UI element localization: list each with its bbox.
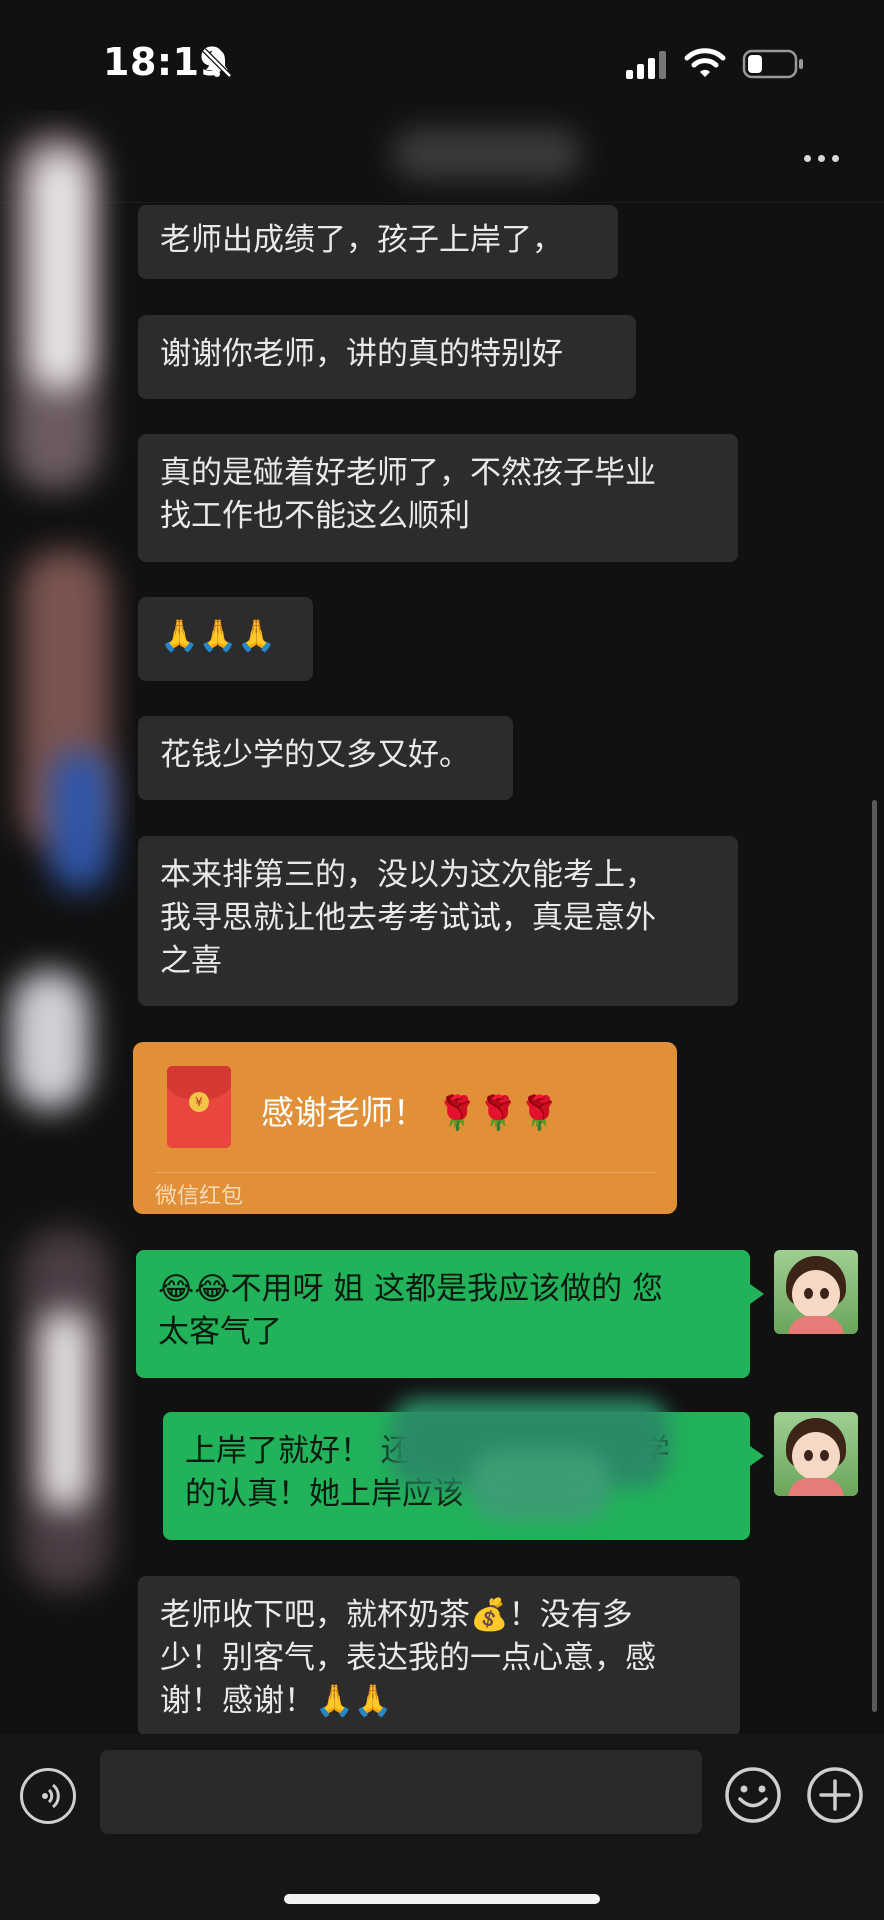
packet-seal: ¥ xyxy=(189,1092,209,1112)
redaction-scribble xyxy=(470,1450,610,1520)
voice-input-button[interactable] xyxy=(20,1768,76,1824)
scrollbar[interactable] xyxy=(872,800,877,1712)
my-avatar[interactable] xyxy=(774,1412,858,1496)
home-indicator[interactable] xyxy=(284,1894,600,1904)
emoji-icon[interactable] xyxy=(724,1766,782,1824)
message-bubble[interactable]: 花钱少学的又多又好。 xyxy=(138,716,513,800)
more-dots-icon[interactable] xyxy=(796,138,846,178)
red-packet-card[interactable]: ¥ 感谢老师！ 🌹🌹🌹 微信红包 xyxy=(133,1042,677,1214)
message-bubble[interactable]: 谢谢你老师，讲的真的特别好 xyxy=(138,315,636,399)
wifi-icon xyxy=(684,48,726,77)
plus-icon[interactable] xyxy=(806,1766,864,1824)
redacted-contact-name xyxy=(392,128,582,180)
voice-icon xyxy=(42,1783,60,1809)
message-bubble[interactable]: 老师收下吧，就杯奶茶💰！没有多 少！别客气，表达我的一点心意，感 谢！感谢！🙏🙏 xyxy=(138,1576,740,1736)
status-bar: 18:19 xyxy=(0,0,884,120)
message-bubble[interactable]: 🙏🙏🙏 xyxy=(138,597,313,681)
message-bubble[interactable]: 真的是碰着好老师了，不然孩子毕业 找工作也不能这么顺利 xyxy=(138,434,738,562)
message-bubble[interactable]: 本来排第三的，没以为这次能考上， 我寻思就让他去考考试试，真是意外 之喜 xyxy=(138,836,738,1006)
redacted-avatar xyxy=(0,110,135,1740)
red-packet-label: 微信红包 xyxy=(155,1184,244,1209)
bell-off-icon xyxy=(202,48,232,78)
red-packet-title: 感谢老师！ 🌹🌹🌹 xyxy=(261,1093,560,1132)
signal-icon xyxy=(626,51,666,79)
sent-message-bubble[interactable]: 😂😂不用呀 姐 这都是我应该做的 您 太客气了 xyxy=(136,1250,764,1378)
red-packet-icon: ¥ xyxy=(167,1066,231,1148)
input-bar xyxy=(0,1734,884,1920)
my-avatar[interactable] xyxy=(774,1250,858,1334)
divider xyxy=(155,1172,655,1173)
message-input[interactable] xyxy=(100,1750,702,1834)
battery-icon xyxy=(742,49,803,79)
message-bubble[interactable]: 老师出成绩了，孩子上岸了， xyxy=(138,205,618,279)
